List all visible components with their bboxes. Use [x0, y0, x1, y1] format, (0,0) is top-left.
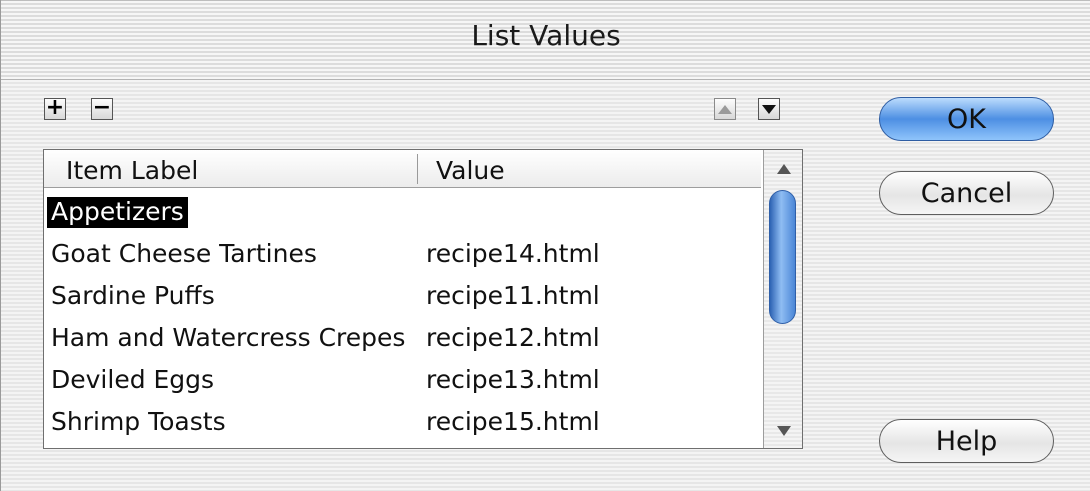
row-value: recipe14.html	[426, 239, 600, 268]
row-label: Deviled Eggs	[51, 365, 215, 394]
column-header-value[interactable]: Value	[436, 156, 505, 185]
table-row[interactable]: Goat Cheese Tartines recipe14.html	[44, 234, 761, 275]
scroll-down-arrow-icon[interactable]	[777, 426, 791, 436]
table-header: Item Label Value	[44, 150, 761, 188]
cancel-button[interactable]: Cancel	[879, 171, 1054, 215]
remove-item-button[interactable]: −	[91, 95, 113, 120]
row-label: Shrimp Toasts	[51, 407, 226, 436]
title-bar[interactable]: List Values	[1, 0, 1090, 80]
row-value: recipe11.html	[426, 281, 600, 310]
scrollbar-thumb[interactable]	[769, 190, 796, 324]
table-row[interactable]: Deviled Eggs recipe13.html	[44, 360, 761, 401]
table-row[interactable]: Appetizers	[44, 192, 761, 233]
triangle-up-icon	[718, 104, 732, 114]
table-row[interactable]: Sardine Puffs recipe11.html	[44, 276, 761, 317]
move-up-button[interactable]	[714, 98, 736, 120]
row-label: Goat Cheese Tartines	[51, 239, 317, 268]
column-header-item-label[interactable]: Item Label	[66, 156, 198, 185]
vertical-scrollbar[interactable]	[763, 150, 802, 448]
list-values-table[interactable]: Item Label Value Appetizers Goat Cheese …	[43, 149, 803, 449]
ok-button-label: OK	[947, 103, 986, 135]
list-values-dialog: List Values + − Item Label Value Appetiz…	[0, 0, 1090, 491]
row-label: Sardine Puffs	[51, 281, 215, 310]
row-value: recipe13.html	[426, 365, 600, 394]
minus-icon: −	[92, 95, 112, 120]
move-down-button[interactable]	[758, 98, 780, 120]
help-button-label: Help	[935, 425, 998, 457]
help-button[interactable]: Help	[879, 419, 1054, 463]
plus-icon: +	[45, 95, 65, 120]
cancel-button-label: Cancel	[920, 177, 1013, 209]
table-row[interactable]: Shrimp Toasts recipe15.html	[44, 402, 761, 443]
row-value: recipe12.html	[426, 323, 600, 352]
column-divider[interactable]	[417, 154, 418, 184]
add-item-button[interactable]: +	[44, 95, 66, 120]
row-label: Appetizers	[47, 197, 188, 228]
table-row[interactable]: Ham and Watercress Crepes recipe12.html	[44, 318, 761, 359]
triangle-down-icon	[762, 104, 776, 114]
row-label: Ham and Watercress Crepes	[51, 323, 406, 352]
row-value: recipe15.html	[426, 407, 600, 436]
ok-button[interactable]: OK	[879, 97, 1054, 141]
scroll-up-arrow-icon[interactable]	[777, 164, 791, 174]
dialog-title: List Values	[471, 19, 621, 52]
